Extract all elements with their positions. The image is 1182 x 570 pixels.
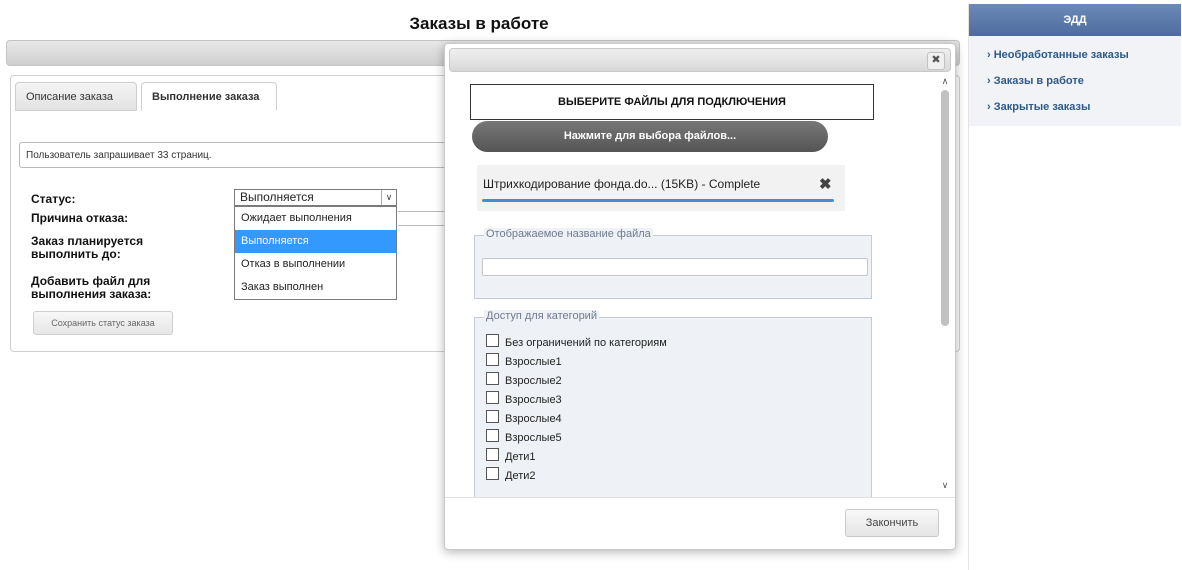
status-selected-value: Выполняется	[240, 190, 314, 204]
checkbox[interactable]	[486, 372, 499, 385]
sidebar-item-in-work[interactable]: › Заказы в работе	[987, 68, 1181, 94]
chevron-down-icon[interactable]: ∨	[381, 190, 396, 205]
close-icon[interactable]: ✖	[927, 52, 945, 70]
choose-files-heading: ВЫБЕРИТЕ ФАЙЛЫ ДЛЯ ПОДКЛЮЧЕНИЯ	[470, 84, 874, 120]
category-label: Взрослые5	[505, 432, 562, 444]
save-status-button[interactable]: Сохранить статус заказа	[33, 311, 173, 335]
tab-order-description[interactable]: Описание заказа	[15, 82, 137, 111]
remove-file-icon[interactable]: ✖	[819, 175, 832, 193]
status-option-completed[interactable]: Заказ выполнен	[235, 276, 396, 299]
finish-button[interactable]: Закончить	[845, 509, 939, 537]
category-label: Взрослые3	[505, 394, 562, 406]
checkbox[interactable]	[486, 448, 499, 461]
sidebar-item-label: Закрытые заказы	[993, 101, 1091, 113]
checkbox[interactable]	[486, 391, 499, 404]
checkbox[interactable]	[486, 467, 499, 480]
dialog-titlebar[interactable]: ✖	[449, 48, 951, 72]
sidebar: ЭДД › Необработанные заказы › Заказы в р…	[968, 4, 1181, 570]
status-dropdown: Ожидает выполнения Выполняется Отказ в в…	[234, 206, 397, 300]
scrollbar-thumb[interactable]	[941, 90, 949, 326]
chevron-right-icon: ›	[987, 49, 991, 61]
planned-date-label: Заказ планируется выполнить до:	[31, 234, 144, 261]
status-option-in-progress[interactable]: Выполняется	[235, 230, 396, 253]
category-option[interactable]: Взрослые4	[486, 410, 667, 429]
sidebar-item-label: Необработанные заказы	[993, 49, 1129, 61]
category-option[interactable]: Взрослые5	[486, 429, 667, 448]
checkbox[interactable]	[486, 429, 499, 442]
display-name-fieldset: Отображаемое название файла	[474, 228, 872, 299]
status-option-refused[interactable]: Отказ в выполнении	[235, 253, 396, 276]
reason-label: Причина отказа:	[31, 211, 129, 225]
category-option[interactable]: Взрослые1	[486, 353, 667, 372]
chevron-right-icon: ›	[987, 75, 991, 87]
display-name-input[interactable]	[482, 258, 868, 276]
dialog-scrollbar[interactable]: ∧ ∨	[938, 74, 952, 492]
order-description-field[interactable]: Пользователь запрашивает 33 страниц.	[19, 142, 459, 168]
sidebar-item-unprocessed[interactable]: › Необработанные заказы	[987, 42, 1181, 68]
category-label: Дети2	[505, 470, 536, 481]
file-upload-dialog: ✖ ВЫБЕРИТЕ ФАЙЛЫ ДЛЯ ПОДКЛЮЧЕНИЯ Нажмите…	[444, 43, 956, 550]
category-label: Без ограничений по категориям	[505, 337, 667, 349]
status-label: Статус:	[31, 192, 76, 206]
checkbox[interactable]	[486, 334, 499, 347]
category-label: Взрослые2	[505, 375, 562, 387]
sidebar-item-closed[interactable]: › Закрытые заказы	[987, 94, 1181, 120]
sidebar-list: › Необработанные заказы › Заказы в работ…	[969, 36, 1181, 126]
display-name-legend: Отображаемое название файла	[484, 228, 653, 240]
pick-files-button[interactable]: Нажмите для выбора файлов...	[472, 121, 828, 152]
status-select[interactable]: Выполняется ∨	[234, 189, 397, 206]
category-option[interactable]: Без ограничений по категориям	[486, 334, 667, 353]
upload-progress-bar	[482, 199, 834, 202]
scroll-down-icon[interactable]: ∨	[938, 478, 952, 492]
category-option[interactable]: Дети2	[486, 467, 667, 481]
page-title: Заказы в работе	[409, 14, 549, 33]
checkbox[interactable]	[486, 410, 499, 423]
file-name: Штрихкодирование фонда.do... (15KB) - Co…	[483, 177, 761, 191]
category-option[interactable]: Дети1	[486, 448, 667, 467]
category-access-legend: Доступ для категорий	[484, 310, 599, 322]
category-access-fieldset: Доступ для категорий Без ограничений по …	[474, 310, 872, 497]
sidebar-item-label: Заказы в работе	[993, 75, 1084, 87]
dialog-footer-divider	[445, 497, 955, 498]
chevron-right-icon: ›	[987, 101, 991, 113]
category-option[interactable]: Взрослые2	[486, 372, 667, 391]
category-option[interactable]: Взрослые3	[486, 391, 667, 410]
status-option-waiting[interactable]: Ожидает выполнения	[235, 207, 396, 230]
sidebar-header: ЭДД	[969, 4, 1181, 36]
checkbox[interactable]	[486, 353, 499, 366]
uploaded-file-item: Штрихкодирование фонда.do... (15KB) - Co…	[477, 165, 845, 211]
add-file-label: Добавить файл для выполнения заказа:	[31, 274, 152, 301]
tab-order-execution[interactable]: Выполнение заказа	[141, 82, 277, 111]
category-label: Дети1	[505, 451, 536, 463]
category-label: Взрослые1	[505, 356, 562, 368]
scroll-up-icon[interactable]: ∧	[938, 74, 952, 88]
category-label: Взрослые4	[505, 413, 562, 425]
category-list: Без ограничений по категориям Взрослые1 …	[486, 334, 667, 481]
